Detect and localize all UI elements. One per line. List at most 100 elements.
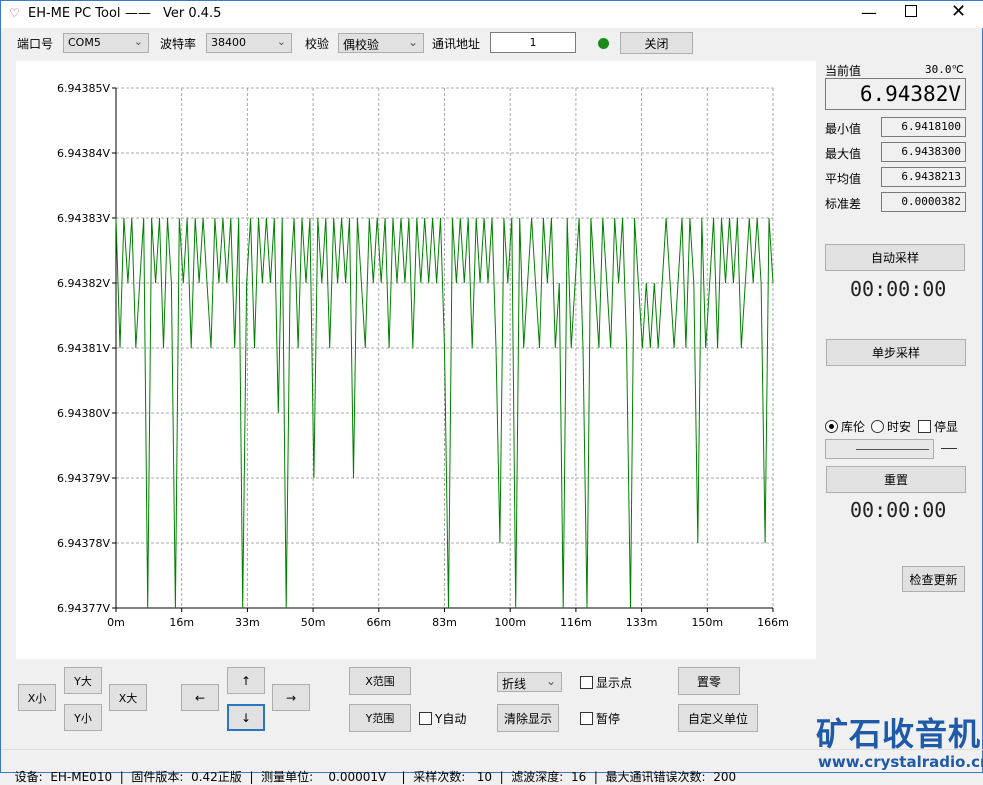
y-tick-label: 6.94380V <box>57 407 110 420</box>
port-label: 端口号 <box>17 37 54 51</box>
stat-value-min: 6.9418100 <box>881 117 966 137</box>
address-input[interactable]: 1 <box>490 32 576 53</box>
y-tick-label: 6.94385V <box>57 82 110 95</box>
x-range-button[interactable]: X范围 <box>349 667 411 695</box>
baud-value: 38400 <box>211 36 246 49</box>
auto-sample-button[interactable]: 自动采样 <box>825 244 965 271</box>
reset-button[interactable]: 重置 <box>826 466 966 493</box>
stop-display-checkbox[interactable]: 停显 <box>918 418 958 435</box>
x-zoom-out-button[interactable]: X小 <box>18 684 56 711</box>
show-points-checkbox[interactable]: 显示点 <box>580 674 632 691</box>
radio-icon <box>871 420 884 433</box>
temperature: 30.0℃ <box>925 63 964 76</box>
port-select[interactable]: COM5 ⌄ <box>63 33 149 53</box>
x-tick-label: 0m <box>107 616 125 629</box>
app-icon: ♡ <box>9 6 20 20</box>
plot-mode-value: 折线 <box>502 677 527 691</box>
x-tick-label: 100m <box>494 616 526 629</box>
voltage-chart: 6.94385V 6.94384V 6.94383V 6.94382V 6.94381V… <box>57 82 789 629</box>
checkbox-icon <box>918 420 931 433</box>
x-tick-label: 166m <box>757 616 789 629</box>
single-sample-button[interactable]: 单步采样 <box>826 339 966 366</box>
auto-sample-timer: 00:00:00 <box>850 277 947 301</box>
chevron-down-icon: ⌄ <box>133 35 143 48</box>
x-tick-label: 50m <box>301 616 326 629</box>
y-tick-label: 6.94383V <box>57 212 110 225</box>
pan-up-button[interactable]: ↑ <box>227 667 265 694</box>
stop-display-label: 停显 <box>934 420 959 434</box>
y-tick-label: 6.94378V <box>57 537 110 550</box>
port-value: COM5 <box>68 36 101 49</box>
accumulator-slider[interactable] <box>825 439 934 459</box>
y-auto-label: Y自动 <box>435 712 467 726</box>
amp-hour-radio[interactable]: 时安 <box>871 418 911 435</box>
y-tick-label: 6.94381V <box>57 342 110 355</box>
maximize-button[interactable] <box>905 5 917 17</box>
pan-right-button[interactable]: → <box>272 684 310 711</box>
current-value-label: 当前值 <box>825 64 862 78</box>
y-zoom-out-button[interactable]: Y小 <box>64 704 102 731</box>
x-tick-label: 33m <box>235 616 260 629</box>
x-zoom-in-button[interactable]: X大 <box>109 684 147 711</box>
y-range-button[interactable]: Y范围 <box>349 704 411 732</box>
title-bar: ♡ EH-ME PC Tool —— Ver 0.4.5 — ✕ <box>1 1 983 28</box>
y-tick-label: 6.94379V <box>57 472 110 485</box>
amp-hour-label: 时安 <box>887 420 912 434</box>
current-value-display: 6.94382V <box>825 78 966 110</box>
checkbox-icon <box>580 712 593 725</box>
parity-value: 偶校验 <box>343 38 380 52</box>
status-filter: 滤波深度: 16 <box>511 770 587 784</box>
y-auto-checkbox[interactable]: Y自动 <box>419 710 466 727</box>
parity-select[interactable]: 偶校验 ⌄ <box>338 33 424 53</box>
checkbox-icon <box>580 676 593 689</box>
check-update-button[interactable]: 检查更新 <box>902 566 965 592</box>
parity-label: 校验 <box>305 37 330 51</box>
coulomb-label: 库伦 <box>841 420 866 434</box>
clear-display-button[interactable]: 清除显示 <box>497 704 559 732</box>
x-tick-label: 116m <box>560 616 592 629</box>
stat-value-avg: 6.9438213 <box>881 167 966 187</box>
window-title: EH-ME PC Tool <box>28 6 121 21</box>
baud-label: 波特率 <box>160 37 197 51</box>
status-max-errors: 最大通讯错误次数: 200 <box>605 770 737 784</box>
status-device: 设备: EH-ME010 <box>14 770 113 784</box>
checkbox-icon <box>419 712 432 725</box>
stat-label-std: 标准差 <box>825 197 862 211</box>
pan-down-button[interactable]: ↓ <box>227 704 265 731</box>
x-tick-label: 16m <box>169 616 194 629</box>
close-window-button[interactable]: ✕ <box>951 1 966 22</box>
stat-label-min: 最小值 <box>825 122 862 136</box>
y-zoom-in-button[interactable]: Y大 <box>64 667 102 694</box>
connection-status-indicator <box>598 38 609 49</box>
chevron-down-icon: ⌄ <box>545 674 556 688</box>
status-samples: 采样次数: 10 <box>413 770 492 784</box>
pause-checkbox[interactable]: 暂停 <box>580 710 620 727</box>
x-tick-label: 66m <box>366 616 391 629</box>
chevron-down-icon: ⌄ <box>407 35 418 49</box>
x-tick-label: 133m <box>626 616 658 629</box>
stat-label-max: 最大值 <box>825 147 862 161</box>
chevron-down-icon: ⌄ <box>276 35 286 48</box>
status-bar: 设备: EH-ME010 | 固件版本: 0.42正版 | 测量单位: 0.00… <box>1 749 983 784</box>
stat-value-max: 6.9438300 <box>881 142 966 162</box>
plot-mode-select[interactable]: 折线 ⌄ <box>497 672 562 692</box>
stat-label-avg: 平均值 <box>825 172 862 186</box>
close-port-button[interactable]: 关闭 <box>620 32 693 54</box>
status-unit: 测量单位: 0.00001V <box>261 770 387 784</box>
pan-left-button[interactable]: ← <box>181 684 219 711</box>
minimize-button[interactable]: — <box>861 3 877 22</box>
zero-button[interactable]: 置零 <box>678 667 740 695</box>
radio-selected-icon <box>825 420 838 433</box>
status-firmware: 固件版本: 0.42正版 <box>131 770 242 784</box>
y-tick-label: 6.94382V <box>57 277 110 290</box>
x-tick-label: 83m <box>432 616 457 629</box>
chart-panel: 6.94385V 6.94384V 6.94383V 6.94382V 6.94381V… <box>16 61 816 659</box>
stat-value-std: 0.0000382 <box>881 192 966 212</box>
slider-dash <box>941 448 957 449</box>
pause-label: 暂停 <box>596 712 621 726</box>
custom-unit-button[interactable]: 自定义单位 <box>678 704 758 732</box>
title-separator: —— <box>125 6 151 21</box>
reset-timer: 00:00:00 <box>850 498 947 522</box>
baud-select[interactable]: 38400 ⌄ <box>206 33 292 53</box>
coulomb-radio[interactable]: 库伦 <box>825 418 865 435</box>
